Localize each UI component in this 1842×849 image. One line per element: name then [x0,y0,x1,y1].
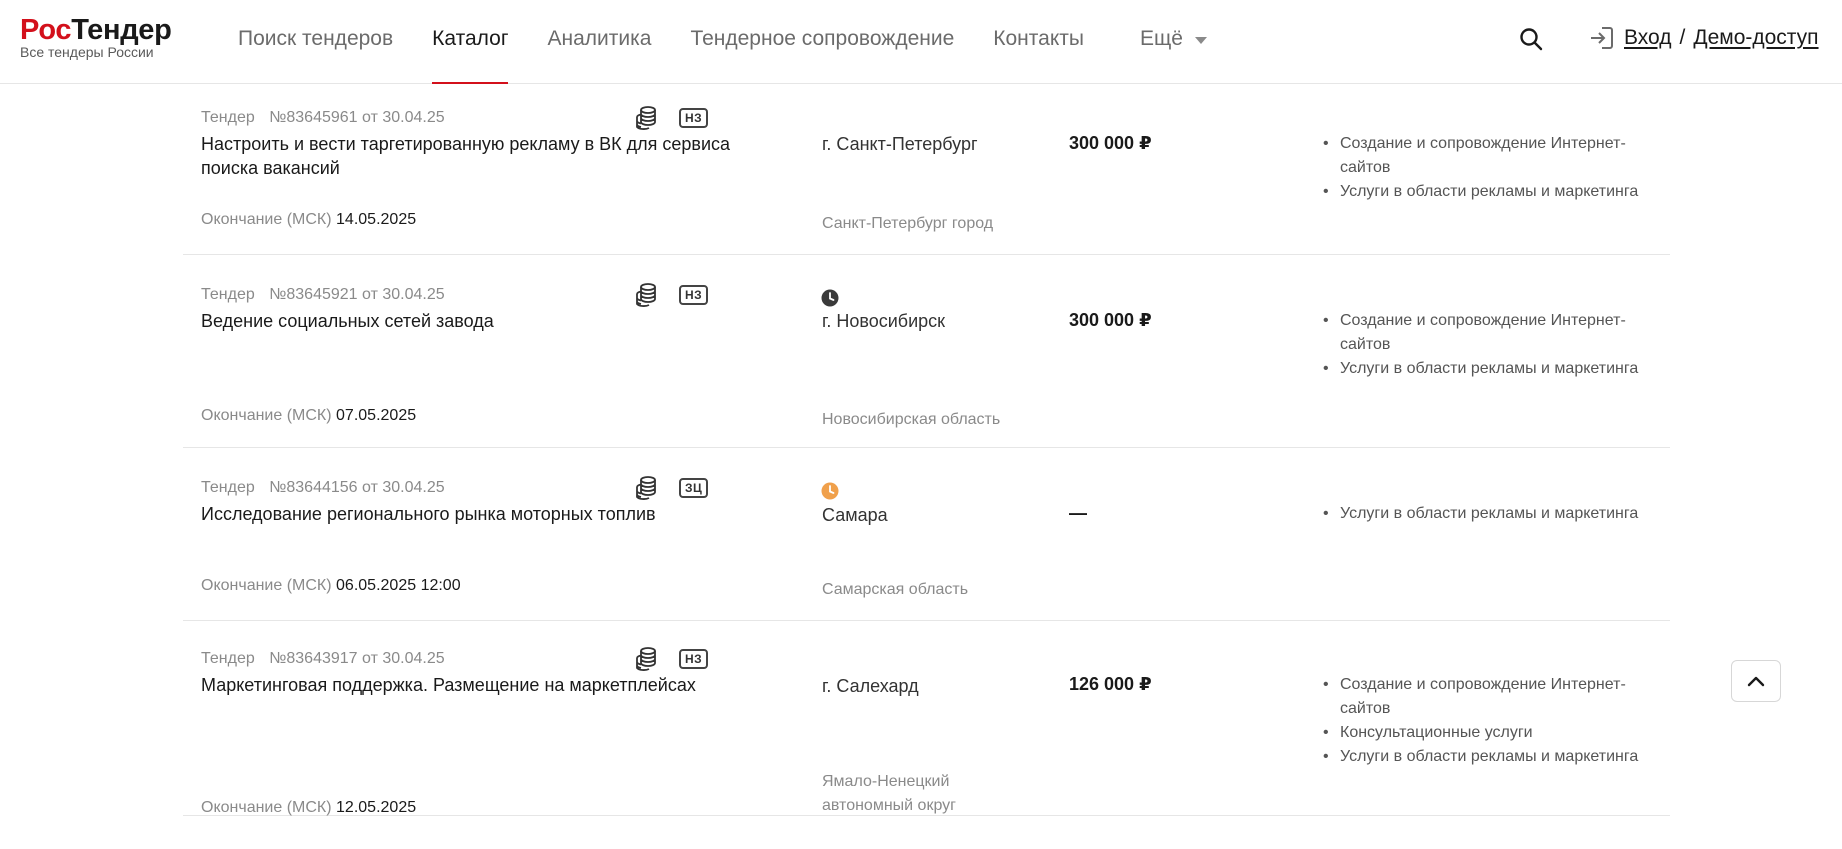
tender-price: 300 000 ₽ [1069,310,1152,330]
tender-categories: Создание и сопровождение Интернет-сайтов… [1323,673,1665,769]
tender-city: Самара [822,505,888,525]
tender-meta: Тендер №83645921 от 30.04.25 [201,286,445,304]
deadline-date: 12.05.2025 [336,799,417,816]
deadline-date: 14.05.2025 [336,211,417,228]
tender-title[interactable]: Маркетинговая поддержка. Размещение на м… [201,673,761,697]
scroll-to-top-button[interactable] [1731,660,1781,702]
tender-list: Тендер №83645961 от 30.04.25 НЗ Настроить … [183,84,1670,816]
main-nav: Поиск тендеров Каталог Аналитика Тендерное … [238,0,1123,84]
deadline-label: Окончание (МСК) [201,211,332,228]
tender-title[interactable]: Исследование регионального рынка моторны… [201,502,761,526]
tender-icons: НЗ [633,282,709,308]
site-header: РосТендер Все тендеры России Поиск тенде… [0,0,1842,84]
auth-separator: / [1679,26,1686,49]
logo[interactable]: РосТендер Все тендеры России [20,14,172,60]
search-icon[interactable] [1518,26,1544,52]
tender-row[interactable]: Тендер №83644156 от 30.04.25 ЗЦ Исследован… [183,448,1670,621]
tender-city: г. Санкт-Петербург [822,134,978,154]
tender-icons: ЗЦ [633,475,709,501]
tender-number: №83645961 [269,109,358,126]
clock-icon [821,482,839,500]
tender-deadline: Окончание (МСК) 14.05.2025 [201,211,416,229]
tender-row[interactable]: Тендер №83645921 от 30.04.25 НЗ Ведение со… [183,255,1670,448]
procedure-badge: ЗЦ [679,478,709,498]
deadline-time: 12:00 [420,577,461,594]
tender-price: — [1069,503,1087,523]
tender-label: Тендер [201,650,255,667]
deadline-label: Окончание (МСК) [201,799,332,816]
coins-icon [636,283,656,307]
tender-meta: Тендер №83644156 от 30.04.25 [201,479,445,497]
tender-date: от 30.04.25 [362,109,445,126]
tender-region: Ямало-Ненецкий автономный округ [822,773,956,814]
procedure-badge: НЗ [679,649,709,669]
logo-part-red: Рос [20,14,72,46]
deadline-date: 07.05.2025 [336,407,417,424]
tender-title[interactable]: Настроить и вести таргетированную реклам… [201,132,761,180]
logo-name: РосТендер [20,14,172,46]
nav-item-2[interactable]: Аналитика [547,0,651,84]
tender-deadline: Окончание (МСК) 07.05.2025 [201,407,416,425]
tender-row[interactable]: Тендер №83645961 от 30.04.25 НЗ Настроить … [183,84,1670,255]
tender-date: от 30.04.25 [362,286,445,303]
deadline-label: Окончание (МСК) [201,407,332,424]
tender-price: 300 000 ₽ [1069,133,1152,153]
category-item[interactable]: Услуги в области рекламы и маркетинга [1323,502,1665,526]
demo-access-link[interactable]: Демо-доступ [1693,26,1818,50]
tender-number: №83644156 [269,479,358,496]
category-item[interactable]: Создание и сопровождение Интернет-сайтов [1323,132,1665,180]
tender-title[interactable]: Ведение социальных сетей завода [201,309,761,333]
category-item[interactable]: Создание и сопровождение Интернет-сайтов [1323,309,1665,357]
chevron-up-icon [1747,676,1765,687]
tender-number: №83645921 [269,286,358,303]
tender-deadline: Окончание (МСК) 12.05.2025 [201,799,416,817]
tender-label: Тендер [201,109,255,126]
tender-date: от 30.04.25 [362,479,445,496]
logo-part-black: Тендер [71,14,172,46]
tender-meta: Тендер №83645961 от 30.04.25 [201,109,445,127]
clock-icon [821,289,839,307]
tender-number: №83643917 [269,650,358,667]
nav-item-1[interactable]: Каталог [432,0,509,84]
nav-item-4[interactable]: Контакты [993,0,1084,84]
category-item[interactable]: Услуги в области рекламы и маркетинга [1323,745,1665,769]
procedure-badge: НЗ [679,285,709,305]
tender-categories: Создание и сопровождение Интернет-сайтов… [1323,309,1665,381]
tender-deadline: Окончание (МСК) 06.05.2025 12:00 [201,577,461,595]
nav-item-0[interactable]: Поиск тендеров [238,0,393,84]
tender-meta: Тендер №83643917 от 30.04.25 [201,650,445,668]
tender-region: Санкт-Петербург город [822,215,994,232]
logo-subtitle: Все тендеры России [20,44,154,60]
tender-icons: НЗ [633,646,709,672]
coins-icon [636,476,656,500]
deadline-label: Окончание (МСК) [201,577,332,594]
tender-categories: Услуги в области рекламы и маркетинга [1323,502,1665,526]
tender-region: Новосибирская область [822,411,1001,428]
tender-date: от 30.04.25 [362,650,445,667]
chevron-down-icon [1194,36,1207,44]
login-link[interactable]: Вход [1624,26,1672,50]
login-icon[interactable] [1588,24,1616,52]
tender-icons: НЗ [633,105,709,131]
tender-row[interactable]: Тендер №83643917 от 30.04.25 НЗ Маркетинго… [183,621,1670,816]
category-item[interactable]: Консультационные услуги [1323,721,1665,745]
tender-price: 126 000 ₽ [1069,674,1152,694]
category-item[interactable]: Услуги в области рекламы и маркетинга [1323,357,1665,381]
deadline-date: 06.05.2025 [336,577,417,594]
category-item[interactable]: Создание и сопровождение Интернет-сайтов [1323,673,1665,721]
procedure-badge: НЗ [679,108,709,128]
tender-categories: Создание и сопровождение Интернет-сайтов… [1323,132,1665,204]
tender-label: Тендер [201,286,255,303]
coins-icon [636,106,656,130]
coins-icon [636,647,656,671]
tender-label: Тендер [201,479,255,496]
tender-region: Самарская область [822,581,969,598]
tender-city: г. Новосибирск [822,311,946,331]
auth-links: Вход / Демо-доступ [1588,24,1819,52]
nav-more-label: Ещё [1140,27,1183,50]
nav-more-dropdown[interactable]: Ещё [1140,0,1207,78]
category-item[interactable]: Услуги в области рекламы и маркетинга [1323,180,1665,204]
tender-city: г. Салехард [822,676,919,696]
nav-item-3[interactable]: Тендерное сопровождение [690,0,954,84]
